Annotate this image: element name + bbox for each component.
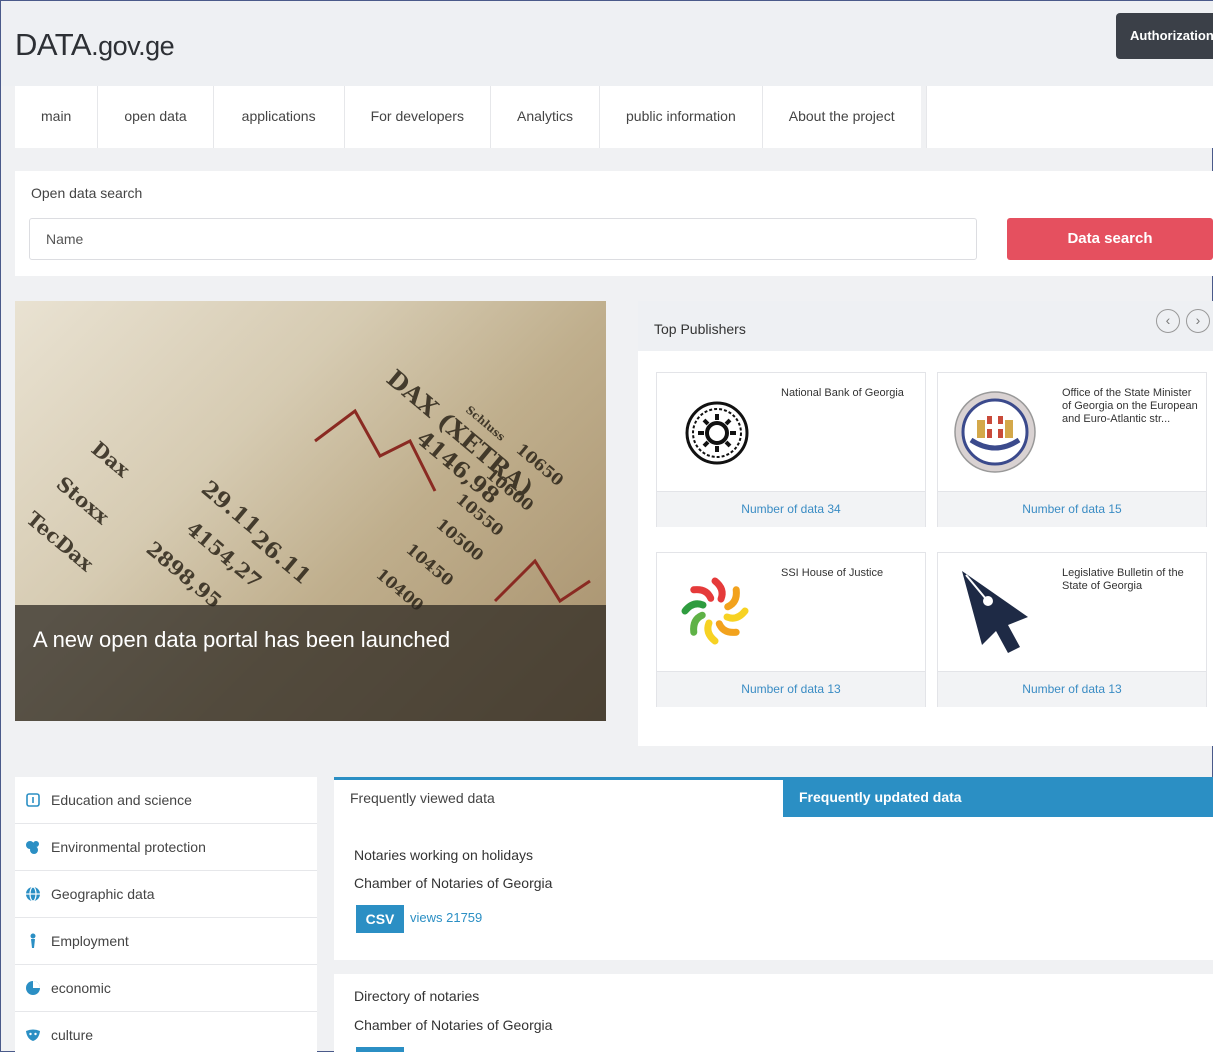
- publisher-name: SSI House of Justice: [781, 567, 884, 579]
- category-label: Geographic data: [51, 886, 155, 902]
- top-publishers-panel: Top Publishers ‹ › National Bank of Geor…: [638, 301, 1213, 746]
- category-employment[interactable]: Employment: [15, 918, 317, 965]
- hero-chart-line-2: [493, 558, 591, 604]
- publisher-count[interactable]: Number of data 34: [657, 491, 925, 527]
- house-of-justice-logo: [681, 577, 749, 645]
- category-label: culture: [51, 1027, 94, 1043]
- nav-item-for-developers[interactable]: For developers: [345, 86, 491, 148]
- category-environment[interactable]: Environmental protection: [15, 824, 317, 871]
- chevron-left-icon[interactable]: ‹: [1156, 309, 1180, 333]
- masks-icon: [26, 1029, 40, 1041]
- category-label: Education and science: [51, 792, 192, 808]
- tab-frequently-viewed[interactable]: Frequently viewed data: [334, 777, 783, 817]
- dataset-title[interactable]: Notaries working on holidays: [354, 847, 533, 863]
- publisher-card[interactable]: Office of the State Minister of Georgia …: [937, 372, 1207, 527]
- publisher-count[interactable]: Number of data 13: [657, 671, 925, 707]
- leaf-icon: [26, 841, 39, 854]
- category-geographic[interactable]: Geographic data: [15, 871, 317, 918]
- logo-suffix: .gov.ge: [91, 31, 175, 61]
- nav-item-applications[interactable]: applications: [214, 86, 345, 148]
- dataset-feed: Notaries working on holidays Chamber of …: [334, 817, 1213, 1052]
- data-tabs: Frequently viewed data Frequently update…: [334, 777, 1213, 817]
- data-search-button[interactable]: Data search: [1007, 218, 1213, 260]
- pie-chart-icon: [26, 981, 40, 995]
- hero-text-10450: 10450: [402, 540, 457, 590]
- authorization-button[interactable]: Authorization: [1116, 13, 1213, 59]
- dataset-publisher: Chamber of Notaries of Georgia: [354, 1017, 553, 1033]
- views-count: views 21759: [410, 910, 483, 925]
- feed-separator: [334, 960, 1213, 974]
- publisher-name: Legislative Bulletin of the State of Geo…: [1062, 567, 1184, 592]
- nav-item-public-information[interactable]: public information: [600, 86, 763, 148]
- pen-nib-logo: [962, 571, 1028, 653]
- hero-chart-line: [314, 408, 437, 492]
- national-bank-logo: [685, 401, 749, 465]
- nav-item-open-data[interactable]: open data: [98, 86, 214, 148]
- nav-item-analytics[interactable]: Analytics: [491, 86, 601, 148]
- search-title: Open data search: [31, 185, 143, 201]
- publishers-header: Top Publishers ‹ ›: [638, 301, 1213, 351]
- category-culture[interactable]: culture: [15, 1012, 317, 1052]
- publisher-name: National Bank of Georgia: [781, 387, 904, 399]
- nav-item-main[interactable]: main: [15, 86, 99, 148]
- publisher-card[interactable]: National Bank of Georgia Number of data …: [656, 372, 926, 527]
- person-tie-icon: [30, 933, 36, 948]
- top-bar: [1, 1, 1213, 86]
- nav-filler: [926, 86, 1213, 148]
- category-label: Employment: [51, 933, 129, 949]
- category-economic[interactable]: economic: [15, 965, 317, 1012]
- site-logo[interactable]: DATA.gov.ge: [15, 27, 175, 63]
- globe-icon: [26, 886, 40, 902]
- tab-frequently-updated[interactable]: Frequently updated data: [783, 777, 1213, 817]
- publisher-count[interactable]: Number of data 15: [938, 491, 1206, 527]
- publisher-count[interactable]: Number of data 13: [938, 671, 1206, 707]
- category-education[interactable]: Education and science: [15, 777, 317, 824]
- search-panel: Open data search Data search: [15, 171, 1213, 276]
- dataset-title[interactable]: Directory of notaries: [354, 988, 479, 1004]
- hero-caption[interactable]: A new open data portal has been launched: [33, 627, 450, 653]
- main-nav: main open data applications For develope…: [15, 86, 921, 148]
- hero-text-stoxx: Stoxx: [52, 471, 115, 529]
- chevron-right-icon[interactable]: ›: [1186, 309, 1210, 333]
- nav-item-about-project[interactable]: About the project: [763, 86, 921, 148]
- publishers-title: Top Publishers: [654, 321, 746, 337]
- category-label: Environmental protection: [51, 839, 206, 855]
- format-badge-partial[interactable]: [356, 1047, 404, 1052]
- book-icon: [26, 793, 40, 807]
- logo-main: DATA: [15, 27, 92, 62]
- category-list: Education and science Environmental prot…: [15, 777, 317, 1052]
- hero-banner[interactable]: DAX (XETRA) 4146,98 10650 10600 10550 10…: [15, 301, 606, 721]
- hero-caption-bar: [15, 605, 606, 721]
- dataset-publisher: Chamber of Notaries of Georgia: [354, 875, 553, 891]
- hero-text-dax: Dax: [87, 436, 136, 482]
- publisher-card[interactable]: Legislative Bulletin of the State of Geo…: [937, 552, 1207, 707]
- format-badge[interactable]: CSV: [356, 905, 404, 933]
- publisher-card[interactable]: SSI House of Justice Number of data 13: [656, 552, 926, 707]
- state-minister-seal-logo: [954, 391, 1036, 473]
- search-input[interactable]: [29, 218, 977, 260]
- publisher-name: Office of the State Minister of Georgia …: [1062, 387, 1198, 425]
- category-label: economic: [51, 980, 111, 996]
